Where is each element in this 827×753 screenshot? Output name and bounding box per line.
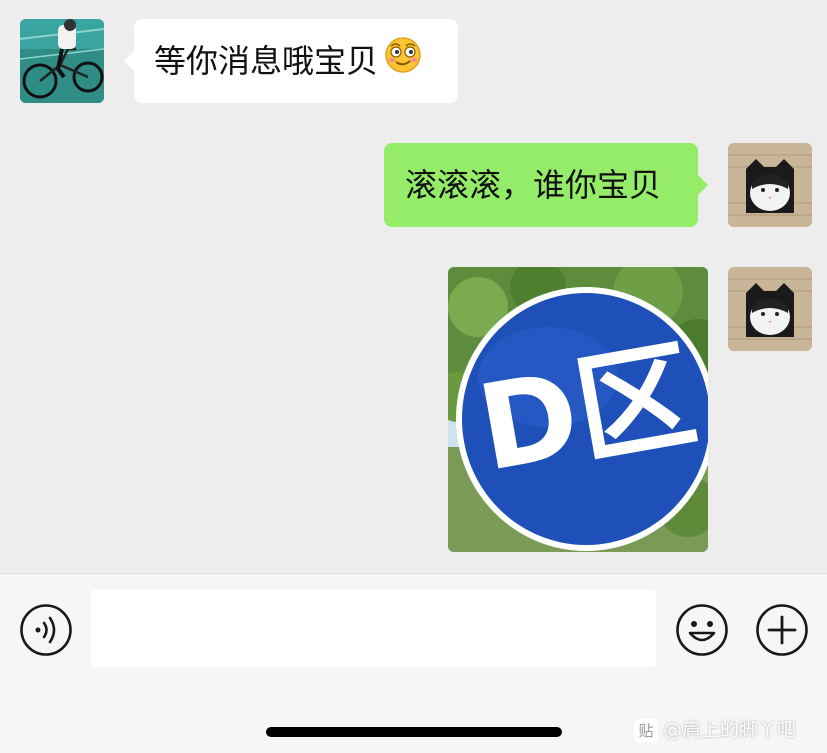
plus-icon[interactable] bbox=[755, 603, 809, 657]
voice-icon[interactable] bbox=[19, 603, 73, 657]
home-indicator[interactable] bbox=[266, 727, 562, 737]
smiley-icon[interactable] bbox=[675, 603, 729, 657]
received-message-bubble[interactable]: 等你消息哦宝贝 bbox=[124, 19, 458, 105]
chat-area[interactable]: 等你消息哦宝贝 滚滚滚，谁你宝贝 D区 bbox=[0, 0, 827, 573]
tieba-logo-icon: 贴 bbox=[634, 718, 658, 743]
watermark: 贴 @肩上的脚丫吧 bbox=[634, 717, 796, 743]
sent-image-message[interactable]: D区 bbox=[448, 267, 708, 552]
sent-message-bubble[interactable]: 滚滚滚，谁你宝贝 bbox=[384, 143, 708, 227]
my-avatar[interactable] bbox=[728, 143, 812, 227]
watermark-text: @肩上的脚丫吧 bbox=[663, 719, 797, 741]
my-avatar[interactable] bbox=[728, 267, 812, 351]
message-input[interactable] bbox=[91, 590, 656, 667]
message-text: 滚滚滚，谁你宝贝 bbox=[405, 166, 662, 204]
contact-avatar[interactable] bbox=[20, 19, 104, 103]
smirking-face-icon bbox=[384, 21, 422, 105]
road-sign-image: D区 bbox=[448, 267, 708, 552]
message-text: 等你消息哦宝贝 bbox=[154, 42, 379, 80]
